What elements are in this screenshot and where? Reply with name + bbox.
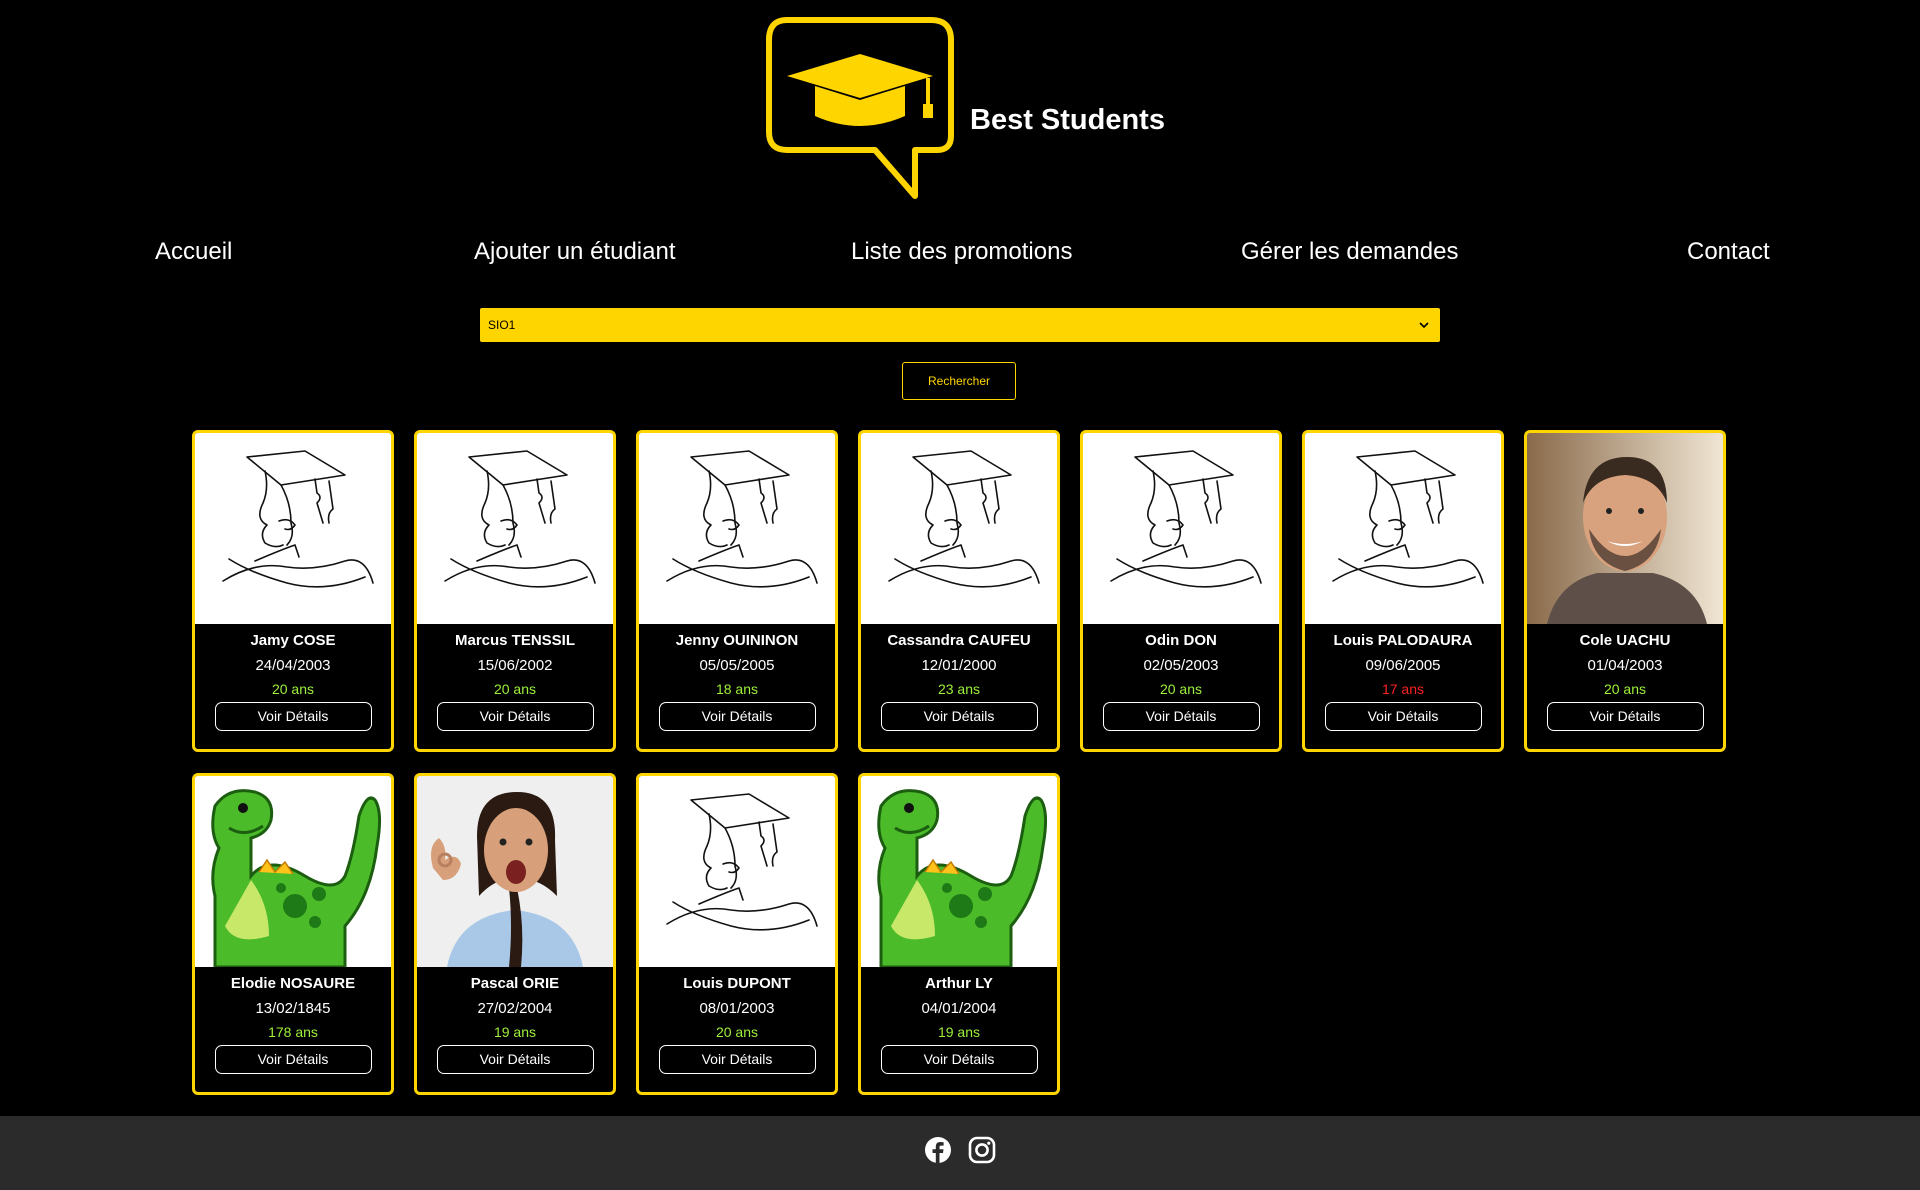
student-age: 19 ans [937, 1024, 981, 1040]
voir-details-button[interactable]: Voir Détails [658, 702, 816, 731]
student-card: Elodie NOSAURE 13/02/1845 178 ans Voir Déta… [192, 773, 394, 1095]
student-birthdate: 13/02/1845 [255, 1000, 331, 1017]
student-card: Jamy COSE 24/04/2003 20 ans Voir Détails [192, 430, 394, 752]
student-photo-dinosaur [861, 776, 1057, 967]
student-age: 178 ans [268, 1024, 318, 1040]
student-age: 23 ans [937, 681, 981, 697]
voir-details-button[interactable]: Voir Détails [880, 702, 1038, 731]
brand-name: Best Students [970, 104, 1165, 136]
student-photo-graduate-drawing [1305, 433, 1501, 624]
facebook-icon[interactable] [924, 1136, 952, 1164]
search-button[interactable]: Rechercher [902, 362, 1016, 400]
nav-contact[interactable]: Contact [1687, 238, 1770, 266]
student-photo-graduate-drawing [417, 433, 613, 624]
student-card: Louis PALODAURA 09/06/2005 17 ans Voir Déta… [1302, 430, 1504, 752]
graduation-cap-logo-icon [766, 17, 954, 199]
student-age: 19 ans [493, 1024, 537, 1040]
promotion-select[interactable]: SIO1 [480, 308, 1440, 342]
voir-details-button[interactable]: Voir Détails [436, 1045, 594, 1074]
student-name: Cole UACHU [1579, 632, 1671, 649]
student-age: 20 ans [1603, 681, 1647, 697]
voir-details-button[interactable]: Voir Détails [880, 1045, 1038, 1074]
nav-gerer-demandes[interactable]: Gérer les demandes [1241, 238, 1458, 266]
footer [0, 1116, 1920, 1190]
student-card: Cole UACHU 01/04/2003 20 ans Voir Détails [1524, 430, 1726, 752]
student-name: Jamy COSE [250, 632, 336, 649]
student-name: Elodie NOSAURE [230, 975, 356, 992]
student-name: Cassandra CAUFEU [887, 632, 1031, 649]
student-name: Marcus TENSSIL [454, 632, 576, 649]
student-age: 20 ans [715, 1024, 759, 1040]
student-photo-man-portrait [1527, 433, 1723, 624]
promotion-select-value: SIO1 [488, 318, 516, 332]
student-birthdate: 04/01/2004 [921, 1000, 997, 1017]
student-photo-graduate-drawing [639, 776, 835, 967]
voir-details-button[interactable]: Voir Détails [1546, 702, 1704, 731]
student-name: Odin DON [1145, 632, 1217, 649]
nav-ajouter-etudiant[interactable]: Ajouter un étudiant [474, 238, 675, 266]
header: Best Students [0, 16, 1920, 201]
student-birthdate: 12/01/2000 [921, 657, 997, 674]
student-card: Odin DON 02/05/2003 20 ans Voir Détails [1080, 430, 1282, 752]
student-photo-graduate-drawing [861, 433, 1057, 624]
chevron-down-icon [1419, 322, 1429, 329]
voir-details-button[interactable]: Voir Détails [1102, 702, 1260, 731]
student-name: Arthur LY [925, 975, 993, 992]
student-name: Pascal ORIE [470, 975, 560, 992]
student-birthdate: 09/06/2005 [1365, 657, 1441, 674]
main-nav: Accueil Ajouter un étudiant Liste des pr… [0, 238, 1920, 278]
student-photo-woman-portrait [417, 776, 613, 967]
student-card: Marcus TENSSIL 15/06/2002 20 ans Voir Détai… [414, 430, 616, 752]
student-name: Louis DUPONT [683, 975, 791, 992]
student-age: 20 ans [1159, 681, 1203, 697]
student-card: Louis DUPONT 08/01/2003 20 ans Voir Détails [636, 773, 838, 1095]
student-birthdate: 05/05/2005 [699, 657, 775, 674]
student-birthdate: 01/04/2003 [1587, 657, 1663, 674]
student-age: 18 ans [715, 681, 759, 697]
student-card: Pascal ORIE 27/02/2004 19 ans Voir Détails [414, 773, 616, 1095]
student-age: 20 ans [493, 681, 537, 697]
voir-details-button[interactable]: Voir Détails [214, 702, 372, 731]
nav-liste-promotions[interactable]: Liste des promotions [851, 238, 1072, 266]
student-birthdate: 02/05/2003 [1143, 657, 1219, 674]
student-card: Arthur LY 04/01/2004 19 ans Voir Détails [858, 773, 1060, 1095]
student-card: Jenny OUININON 05/05/2005 18 ans Voir Détai… [636, 430, 838, 752]
voir-details-button[interactable]: Voir Détails [1324, 702, 1482, 731]
student-birthdate: 27/02/2004 [477, 1000, 553, 1017]
student-age: 17 ans [1381, 681, 1425, 697]
student-birthdate: 08/01/2003 [699, 1000, 775, 1017]
student-birthdate: 24/04/2003 [255, 657, 331, 674]
student-photo-graduate-drawing [1083, 433, 1279, 624]
student-birthdate: 15/06/2002 [477, 657, 553, 674]
student-name: Louis PALODAURA [1333, 632, 1473, 649]
student-card: Cassandra CAUFEU 12/01/2000 23 ans Voir Dét… [858, 430, 1060, 752]
student-photo-graduate-drawing [195, 433, 391, 624]
student-photo-graduate-drawing [639, 433, 835, 624]
voir-details-button[interactable]: Voir Détails [436, 702, 594, 731]
student-age: 20 ans [271, 681, 315, 697]
voir-details-button[interactable]: Voir Détails [658, 1045, 816, 1074]
nav-accueil[interactable]: Accueil [155, 238, 232, 266]
student-name: Jenny OUININON [675, 632, 799, 649]
student-photo-dinosaur [195, 776, 391, 967]
instagram-icon[interactable] [968, 1136, 996, 1164]
voir-details-button[interactable]: Voir Détails [214, 1045, 372, 1074]
